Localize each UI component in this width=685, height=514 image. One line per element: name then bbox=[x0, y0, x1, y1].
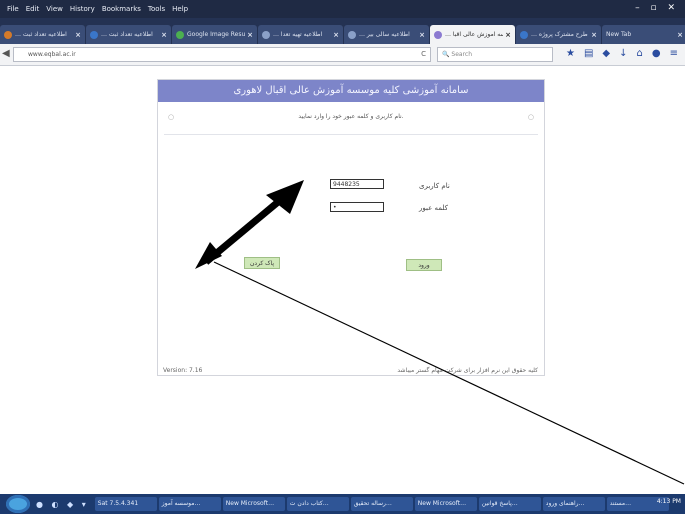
taskbar-item[interactable]: Sat 7.5.4.341 bbox=[94, 497, 157, 511]
start-button[interactable] bbox=[6, 495, 30, 513]
annotation-pointer-line bbox=[213, 261, 685, 485]
taskbar: ● ◐ ◆ ▾ Sat 7.5.4.341 موسسه آموز… New Mi… bbox=[0, 494, 685, 514]
taskbar-item[interactable]: کتاب دادن ت… bbox=[286, 497, 349, 511]
system-clock[interactable]: 4:13 PM bbox=[657, 498, 681, 505]
annotation-overlay bbox=[195, 180, 685, 485]
taskbar-item[interactable]: پاسخ قوانین… bbox=[478, 497, 541, 511]
taskbar-item[interactable]: رساله تحقیق… bbox=[350, 497, 413, 511]
taskbar-item[interactable]: راهنمای ورود… bbox=[542, 497, 605, 511]
taskbar-item[interactable]: New Microsoft… bbox=[222, 497, 285, 511]
annotation-arrowhead-lower bbox=[195, 242, 222, 269]
taskbar-item[interactable]: New Microsoft… bbox=[414, 497, 477, 511]
taskbar-item[interactable]: موسسه آموز… bbox=[158, 497, 221, 511]
quick-launch-icons[interactable]: ● ◐ ◆ ▾ bbox=[36, 500, 89, 509]
